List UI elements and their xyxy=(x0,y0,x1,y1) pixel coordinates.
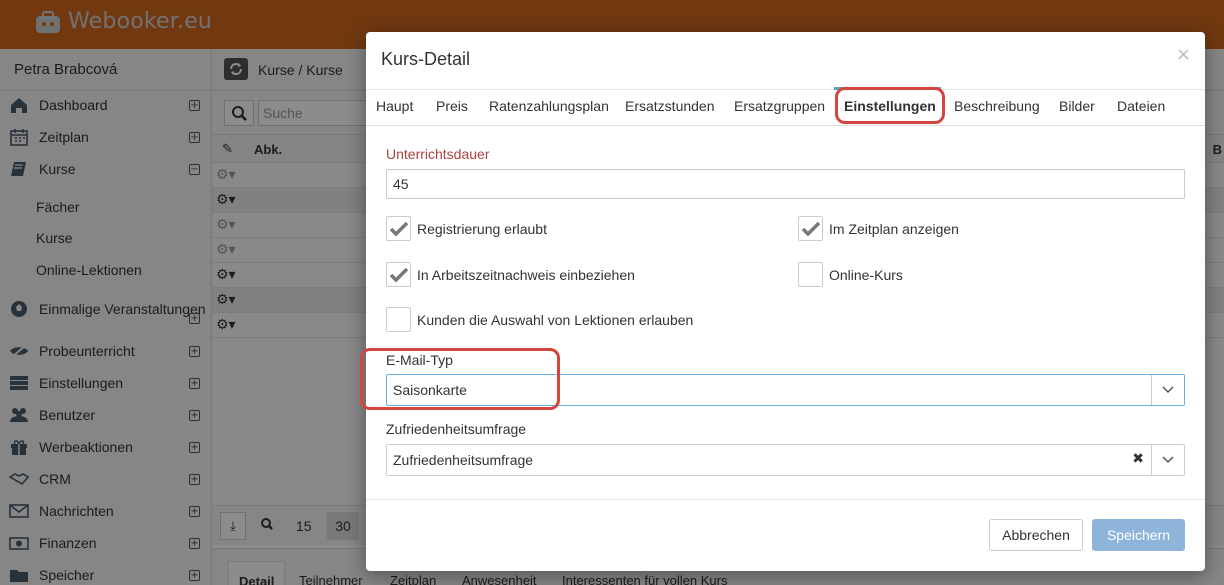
checkbox[interactable] xyxy=(386,307,411,332)
divider xyxy=(366,499,1205,500)
checkbox[interactable] xyxy=(798,216,823,241)
tab-ersatzgruppen[interactable]: Ersatzgruppen xyxy=(734,98,825,114)
checkmark-icon xyxy=(801,221,821,237)
checkbox-zeitplan[interactable]: Im Zeitplan anzeigen xyxy=(798,216,959,241)
checkbox-arbeitszeitnachweis[interactable]: In Arbeitszeitnachweis einbeziehen xyxy=(386,262,635,287)
tab-bilder[interactable]: Bilder xyxy=(1059,98,1095,114)
tab-ratenzahlungsplan[interactable]: Ratenzahlungsplan xyxy=(489,98,609,114)
clear-icon[interactable]: ✖ xyxy=(1132,451,1144,467)
tab-ersatzstunden[interactable]: Ersatzstunden xyxy=(625,98,715,114)
checkbox-lektionen-auswahl[interactable]: Kunden die Auswahl von Lektionen erlaube… xyxy=(386,307,693,332)
unterrichtsdauer-input[interactable]: 45 xyxy=(386,169,1185,199)
tab-beschreibung[interactable]: Beschreibung xyxy=(954,98,1040,114)
checkbox-registrierung[interactable]: Registrierung erlaubt xyxy=(386,216,547,241)
cancel-button[interactable]: Abbrechen xyxy=(989,519,1083,551)
checkbox-label: Kunden die Auswahl von Lektionen erlaube… xyxy=(417,311,694,328)
modal-tabs: Haupt Preis Ratenzahlungsplan Ersatzstun… xyxy=(366,90,1205,126)
checkbox-label: Registrierung erlaubt xyxy=(417,220,547,237)
checkmark-icon xyxy=(389,221,409,237)
checkbox[interactable] xyxy=(798,262,823,287)
checkbox[interactable] xyxy=(386,216,411,241)
chevron-down-icon[interactable] xyxy=(1151,445,1184,475)
tab-preis[interactable]: Preis xyxy=(436,98,468,114)
unterrichtsdauer-label: Unterrichtsdauer xyxy=(386,146,490,162)
checkbox-label: Online-Kurs xyxy=(829,266,903,283)
zufriedenheit-label: Zufriedenheitsumfrage xyxy=(386,421,527,437)
highlight-marker-email xyxy=(360,348,560,410)
checkbox[interactable] xyxy=(386,262,411,287)
checkbox-label: Im Zeitplan anzeigen xyxy=(829,220,959,237)
tab-haupt[interactable]: Haupt xyxy=(376,98,413,114)
checkbox-online-kurs[interactable]: Online-Kurs xyxy=(798,262,903,287)
close-icon[interactable]: × xyxy=(1176,44,1191,65)
save-button[interactable]: Speichern xyxy=(1092,519,1185,551)
zufriedenheit-value: Zufriedenheitsumfrage xyxy=(393,452,534,468)
checkmark-icon xyxy=(389,267,409,283)
zufriedenheit-select[interactable]: Zufriedenheitsumfrage ✖ xyxy=(386,444,1185,476)
tab-dateien[interactable]: Dateien xyxy=(1117,98,1165,114)
modal-title: Kurs-Detail xyxy=(381,49,471,69)
course-detail-modal: Kurs-Detail × Haupt Preis Ratenzahlungsp… xyxy=(360,32,1205,571)
highlight-marker-tab xyxy=(835,87,945,124)
checkbox-label: In Arbeitszeitnachweis einbeziehen xyxy=(417,266,635,283)
chevron-down-icon[interactable] xyxy=(1151,375,1184,405)
